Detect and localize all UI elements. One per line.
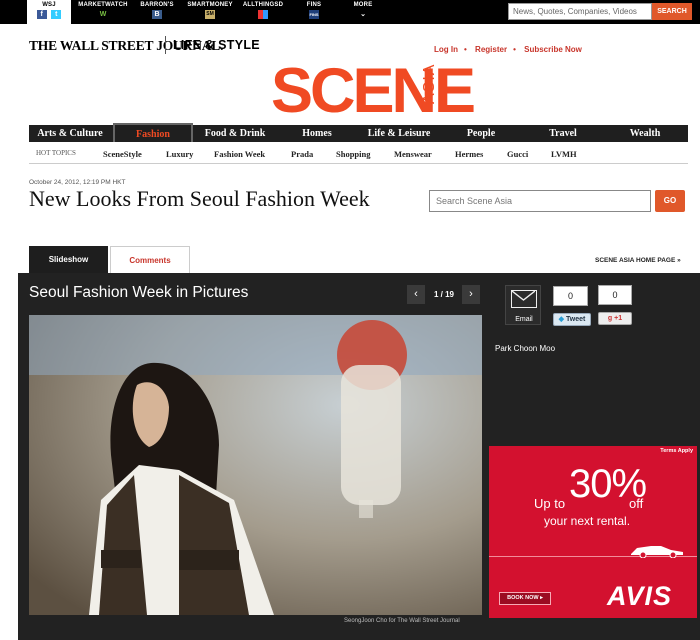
facebook-icon[interactable]: f	[36, 10, 47, 19]
twitter-icon[interactable]: t	[51, 10, 62, 19]
ad-off: off	[629, 496, 644, 511]
network-more[interactable]: MORE ⌄	[343, 0, 383, 24]
book-now-button[interactable]: BOOK NOW ▸	[499, 592, 551, 605]
network-label: FINS	[306, 2, 322, 8]
hot-topics-label: HOT TOPICS	[36, 149, 76, 157]
avis-advertisement[interactable]: Terms Apply Up to 30% off your next rent…	[489, 446, 697, 618]
ad-terms: Terms Apply	[660, 448, 693, 454]
photo-credit: SeongJoon Cho for The Wall Street Journa…	[344, 618, 460, 624]
network-label: SMARTMONEY	[187, 2, 233, 8]
plusone-count: 0	[598, 285, 632, 305]
main-nav: Arts & Culture Fashion Food & Drink Home…	[29, 123, 688, 142]
email-label: Email	[515, 316, 533, 323]
tweet-button[interactable]: ◆ Tweet	[553, 313, 591, 326]
network-label: BARRON'S	[140, 2, 174, 8]
hot-topic-item[interactable]: Hermes	[455, 149, 483, 159]
chevron-down-icon: ⌄	[360, 11, 366, 18]
network-allthingsd[interactable]: ALLTHINGSD	[240, 0, 286, 24]
register-link[interactable]: Register	[475, 45, 507, 54]
envelope-icon	[511, 290, 537, 308]
slide-photo[interactable]	[29, 315, 482, 615]
tab-slideshow[interactable]: Slideshow	[29, 246, 108, 273]
site-search-input[interactable]: News, Quotes, Companies, Videos	[508, 3, 652, 20]
article-headline: New Looks From Seoul Fashion Week	[29, 186, 370, 211]
masthead-divider	[165, 36, 166, 54]
nav-homes[interactable]: Homes	[277, 125, 357, 142]
slide-counter: 1 / 19	[433, 290, 454, 299]
nav-travel[interactable]: Travel	[523, 125, 603, 142]
scene-search-go-button[interactable]: GO	[655, 190, 685, 212]
network-label: MORE	[353, 2, 373, 8]
link-separator: •	[464, 45, 467, 54]
nav-life-leisure[interactable]: Life & Leisure	[359, 125, 439, 142]
avis-logo: AVIS	[607, 581, 673, 611]
network-marketwatch[interactable]: MARKETWATCH W	[78, 0, 128, 24]
network-smartmoney[interactable]: SMARTMONEY SM	[186, 0, 234, 24]
plusone-label: +1	[614, 315, 623, 322]
hot-topic-item[interactable]: LVMH	[551, 149, 577, 159]
google-icon: g	[607, 315, 613, 322]
slideshow-title: Seoul Fashion Week in Pictures	[29, 284, 249, 301]
hot-topic-item[interactable]: Prada	[291, 149, 313, 159]
tweet-label: Tweet	[566, 316, 586, 323]
nav-people[interactable]: People	[441, 125, 521, 142]
section-name[interactable]: LIFE & STYLE	[173, 38, 260, 52]
tab-comments[interactable]: Comments	[110, 246, 190, 273]
nav-fashion[interactable]: Fashion	[113, 123, 193, 142]
runway-photo-illustration	[29, 315, 482, 615]
next-slide-button[interactable]: ›	[462, 285, 480, 304]
ad-up-to: Up to	[534, 496, 566, 511]
hot-topic-item[interactable]: Menswear	[394, 149, 432, 159]
hot-topic-item[interactable]: Fashion Week	[214, 149, 265, 159]
slide-caption: Park Choon Moo	[495, 344, 556, 353]
plusone-button[interactable]: g +1	[598, 312, 632, 325]
tweet-count: 0	[553, 286, 588, 306]
previous-slide-button[interactable]: ‹	[407, 285, 425, 304]
login-link[interactable]: Log In	[434, 45, 458, 54]
scene-logo[interactable]: SCENE	[271, 60, 476, 123]
ad-rental-text: your next rental.	[544, 514, 631, 528]
hot-topic-item[interactable]: SceneStyle	[103, 149, 142, 159]
network-wsj[interactable]: WSJ f t	[27, 0, 71, 24]
nav-arts-culture[interactable]: Arts & Culture	[29, 125, 111, 142]
barrons-icon: B	[152, 10, 162, 19]
hot-topic-item[interactable]: Shopping	[336, 149, 371, 159]
hot-topic-item[interactable]: Gucci	[507, 149, 528, 159]
email-share-button[interactable]: Email	[505, 285, 541, 325]
smartmoney-icon: SM	[205, 10, 215, 19]
car-icon	[631, 546, 683, 558]
nav-wealth[interactable]: Wealth	[605, 125, 685, 142]
network-label: MARKETWATCH	[78, 2, 128, 8]
marketwatch-icon: W	[99, 11, 107, 18]
network-barrons[interactable]: BARRON'S B	[134, 0, 180, 24]
hot-topic-item[interactable]: Luxury	[166, 149, 193, 159]
scene-search-input[interactable]: Search Scene Asia	[429, 190, 651, 212]
scene-asia-home-link[interactable]: SCENE ASIA HOME PAGE »	[595, 257, 681, 264]
nav-food-drink[interactable]: Food & Drink	[195, 125, 275, 142]
subscribe-link[interactable]: Subscribe Now	[524, 45, 582, 54]
network-fins[interactable]: FINS FINS	[294, 0, 334, 24]
network-label: WSJ	[42, 2, 56, 8]
link-separator: •	[513, 45, 516, 54]
site-search-button[interactable]: SEARCH	[652, 3, 692, 20]
fins-icon: FINS	[309, 10, 319, 19]
account-links: Log In • Register • Subscribe Now	[434, 45, 588, 54]
asia-logo: ASIA	[421, 63, 438, 104]
network-label: ALLTHINGSD	[242, 2, 284, 8]
hot-topics-bar: HOT TOPICS SceneStyle Luxury Fashion Wee…	[29, 143, 688, 164]
allthingsd-icon	[258, 10, 268, 19]
article-dateline: October 24, 2012, 12:19 PM HKT	[29, 179, 126, 186]
twitter-bird-icon: ◆	[558, 316, 565, 323]
